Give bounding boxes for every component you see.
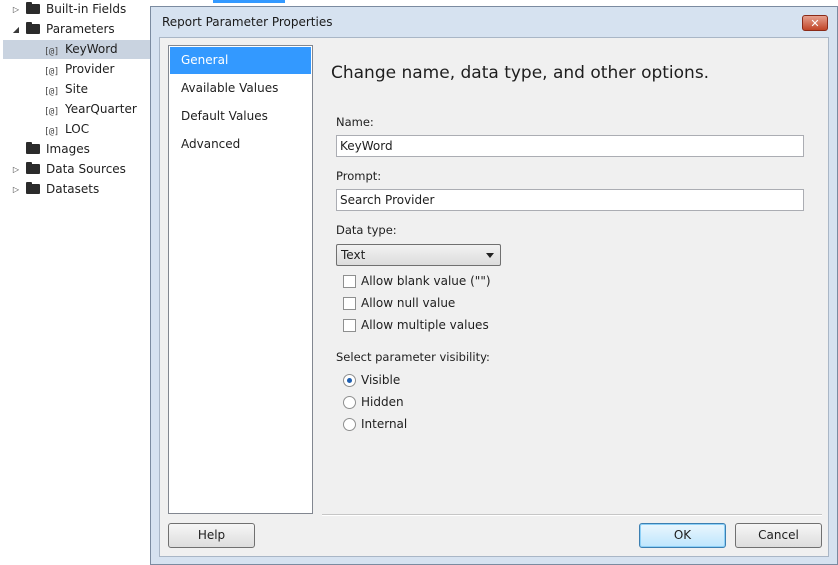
tree-item-label: Provider [65, 62, 115, 76]
name-input[interactable]: KeyWord [336, 135, 804, 157]
tree-item-images[interactable]: Images [0, 140, 150, 159]
tree-item-label: LOC [65, 122, 90, 136]
nav-item-available-values[interactable]: Available Values [170, 75, 311, 102]
tree-item-label: Parameters [46, 22, 115, 36]
footer-separator [322, 514, 822, 516]
data-type-dropdown[interactable]: Text [336, 244, 501, 266]
tree-item-label: KeyWord [65, 42, 118, 56]
ok-button[interactable]: OK [639, 523, 726, 548]
nav-item-general[interactable]: General [170, 47, 311, 74]
visible-label: Visible [361, 373, 401, 387]
report-parameter-properties-dialog: Report Parameter Properties ✕ General Av… [150, 6, 838, 565]
folder-icon [26, 162, 40, 174]
tree-item-site[interactable]: [@] Site [0, 80, 150, 99]
data-type-value: Text [341, 248, 366, 262]
dialog-titlebar[interactable]: Report Parameter Properties ✕ [151, 7, 837, 37]
expand-arrow-icon[interactable]: ▷ [11, 160, 21, 179]
tree-item-datasets[interactable]: ▷ Datasets [0, 180, 150, 199]
tree-item-provider[interactable]: [@] Provider [0, 60, 150, 79]
dialog-client-area: General Available Values Default Values … [159, 37, 829, 557]
folder-icon [26, 142, 40, 154]
expand-arrow-icon[interactable]: ▷ [11, 0, 21, 19]
allow-blank-label: Allow blank value ("") [361, 274, 491, 288]
page-heading: Change name, data type, and other option… [331, 63, 710, 83]
internal-label: Internal [361, 417, 408, 431]
tree-item-label: Datasets [46, 182, 100, 196]
data-type-label: Data type: [336, 223, 397, 237]
allow-multiple-checkbox[interactable] [343, 319, 356, 332]
hidden-label: Hidden [361, 395, 404, 409]
tree-item-yearquarter[interactable]: [@] YearQuarter [0, 100, 150, 119]
tree-item-data-sources[interactable]: ▷ Data Sources [0, 160, 150, 179]
cancel-button[interactable]: Cancel [735, 523, 822, 548]
chevron-down-icon [486, 253, 494, 258]
tree-item-built-in-fields[interactable]: ▷ Built-in Fields [0, 0, 150, 19]
collapse-arrow-icon[interactable]: ◢ [11, 20, 21, 39]
tree-item-label: Built-in Fields [46, 2, 127, 16]
tree-item-loc[interactable]: [@] LOC [0, 120, 150, 139]
tree-item-label: YearQuarter [65, 102, 137, 116]
tree-item-label: Site [65, 82, 89, 96]
close-button[interactable]: ✕ [802, 15, 828, 31]
tree-item-keyword[interactable]: [@] KeyWord [3, 40, 150, 59]
nav-item-advanced[interactable]: Advanced [170, 131, 311, 158]
expand-arrow-icon[interactable]: ▷ [11, 180, 21, 199]
page-nav-list: General Available Values Default Values … [168, 45, 313, 514]
folder-icon [26, 182, 40, 194]
tree-item-parameters[interactable]: ◢ Parameters [0, 20, 150, 39]
allow-multiple-label: Allow multiple values [361, 318, 489, 332]
folder-icon [26, 22, 40, 34]
tree-item-label: Images [46, 142, 90, 156]
hidden-radio[interactable] [343, 396, 356, 409]
help-button[interactable]: Help [168, 523, 255, 548]
name-label: Name: [336, 115, 374, 129]
allow-null-label: Allow null value [361, 296, 456, 310]
dialog-title: Report Parameter Properties [162, 15, 333, 29]
top-accent-bar [213, 0, 285, 3]
internal-radio[interactable] [343, 418, 356, 431]
visible-radio[interactable] [343, 374, 356, 387]
tree-item-label: Data Sources [46, 162, 126, 176]
nav-item-default-values[interactable]: Default Values [170, 103, 311, 130]
report-data-tree: ▷ Built-in Fields ◢ Parameters [@] KeyWo… [0, 0, 285, 565]
close-icon: ✕ [810, 17, 820, 30]
folder-icon [26, 2, 40, 14]
allow-null-checkbox[interactable] [343, 297, 356, 310]
prompt-input[interactable]: Search Provider [336, 189, 804, 211]
prompt-label: Prompt: [336, 169, 382, 183]
visibility-label: Select parameter visibility: [336, 350, 490, 364]
allow-blank-checkbox[interactable] [343, 275, 356, 288]
